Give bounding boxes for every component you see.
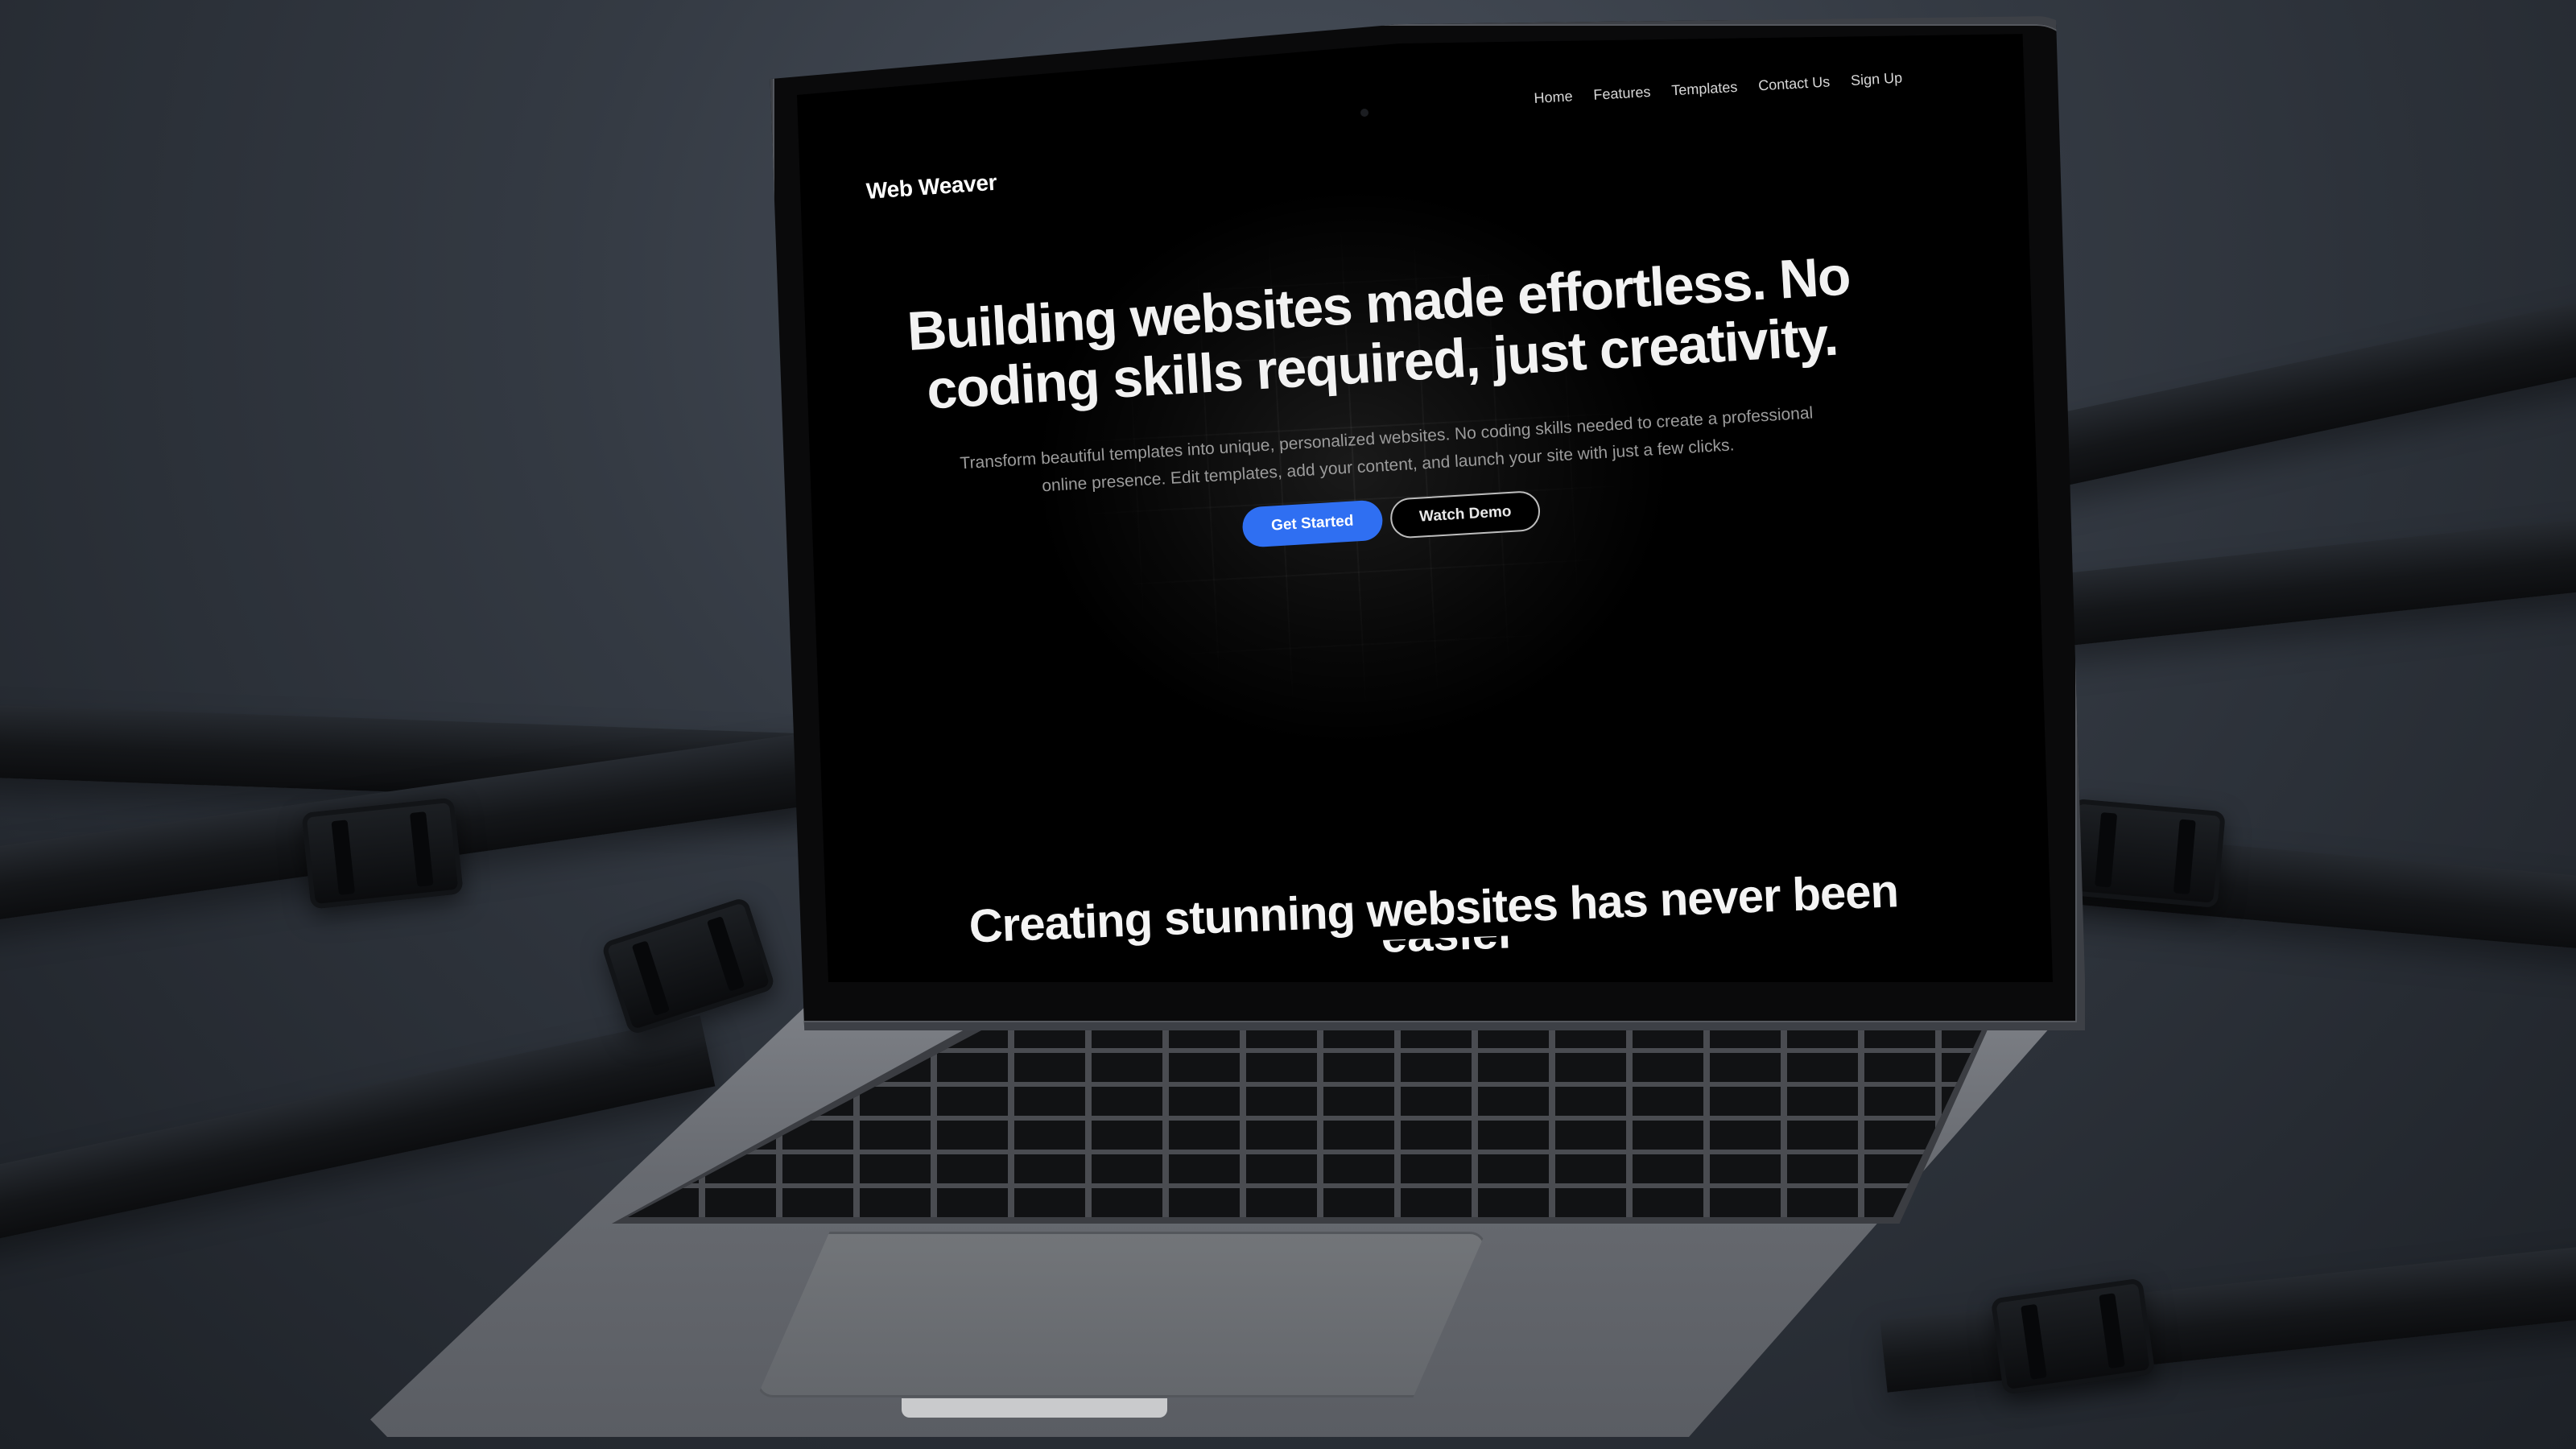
nav-link-features[interactable]: Features <box>1593 84 1651 104</box>
strap-right-upper <box>2029 291 2576 491</box>
trackpad <box>757 1232 1486 1397</box>
camera-dot <box>1360 109 1368 117</box>
strap-right-bottom <box>1880 1245 2576 1393</box>
buckle-right-bottom <box>1990 1278 2156 1395</box>
buckle-right-upper <box>2065 798 2226 909</box>
laptop-front-notch <box>902 1398 1167 1418</box>
buckle-left-middle <box>601 896 776 1036</box>
strap-right-middle <box>2041 511 2576 648</box>
scene-background: Web Weaver Home Features Templates Conta… <box>0 0 2576 1449</box>
get-started-button[interactable]: Get Started <box>1241 499 1384 548</box>
buckle-left-upper <box>301 797 464 910</box>
nav-link-home[interactable]: Home <box>1534 88 1573 107</box>
nav-link-signup[interactable]: Sign Up <box>1851 69 1903 89</box>
